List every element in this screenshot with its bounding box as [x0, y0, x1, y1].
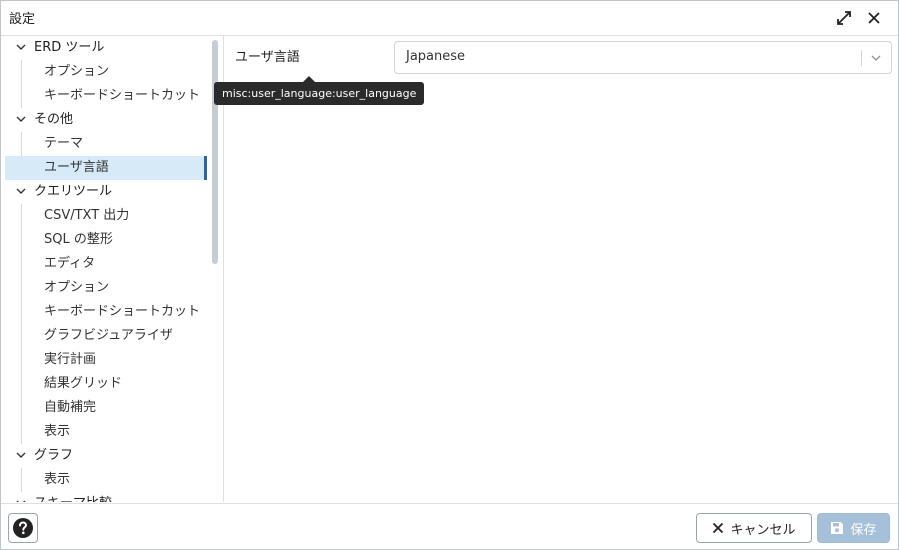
- tree-group-label: スキーマ比較: [34, 492, 112, 502]
- tree-item-explain-plan[interactable]: 実行計画: [5, 348, 207, 372]
- tree-item-label: キーボードショートカット: [44, 88, 201, 103]
- preferences-tree-panel: ERD ツール オプション キーボードショートカット その他 テーマ ユーザ言語: [1, 36, 224, 502]
- tree-item-label: キーボードショートカット: [44, 304, 201, 319]
- tree-item-results-grid[interactable]: 結果グリッド: [5, 372, 207, 396]
- tree-item-auto-completion[interactable]: 自動補完: [5, 396, 207, 420]
- user-language-label: ユーザ言語: [235, 50, 300, 65]
- select-separator: [861, 50, 862, 66]
- floppy-disk-icon: [831, 522, 844, 534]
- tree-group-label: ERD ツール: [34, 40, 105, 55]
- preferences-content-panel: ユーザ言語 Japanese: [224, 36, 898, 502]
- tree-item-graph-visualiser[interactable]: グラフビジュアライザ: [5, 324, 207, 348]
- tree-item-label: オプション: [44, 64, 110, 79]
- tree-group-misc[interactable]: その他: [5, 108, 207, 132]
- help-button[interactable]: [8, 513, 38, 543]
- tree-item-label: SQL の整形: [44, 232, 113, 247]
- tree-item-sql-formatting[interactable]: SQL の整形: [5, 228, 207, 252]
- close-x-icon: [868, 12, 880, 24]
- tree-group-label: その他: [34, 112, 74, 127]
- chevron-down-icon: [871, 55, 881, 61]
- dialog-title: 設定: [9, 12, 36, 27]
- tree-item-label: 実行計画: [44, 352, 97, 367]
- tree-item-theme[interactable]: テーマ: [5, 132, 207, 156]
- user-language-select[interactable]: Japanese: [394, 41, 892, 74]
- tree-item-label: 自動補完: [44, 400, 97, 415]
- save-button-label: 保存: [850, 522, 877, 538]
- tree-item-label: 表示: [44, 472, 71, 487]
- close-button[interactable]: [863, 7, 885, 29]
- tree-item-query-options[interactable]: オプション: [5, 276, 207, 300]
- chevron-down-icon: [16, 44, 26, 50]
- tree-group-query-tool[interactable]: クエリツール: [5, 180, 207, 204]
- tree-item-label: オプション: [44, 280, 110, 295]
- tree-item-erd-keyboard-shortcuts[interactable]: キーボードショートカット: [5, 84, 207, 108]
- tree-group-label: クエリツール: [34, 184, 113, 199]
- tree-item-erd-options[interactable]: オプション: [5, 60, 207, 84]
- dialog-titlebar: 設定: [1, 1, 898, 36]
- chevron-down-icon: [16, 188, 26, 194]
- chevron-down-icon: [16, 116, 26, 122]
- tree-group-schema-diff[interactable]: スキーマ比較: [5, 492, 207, 502]
- tree-scrollbar-thumb[interactable]: [212, 40, 218, 264]
- chevron-down-icon: [16, 500, 26, 502]
- tree-item-graphs-display[interactable]: 表示: [5, 468, 207, 492]
- tree-item-user-language[interactable]: ユーザ言語: [5, 156, 207, 180]
- cancel-button[interactable]: キャンセル: [696, 513, 812, 543]
- tree-item-query-display[interactable]: 表示: [5, 420, 207, 444]
- tree-item-label: グラフビジュアライザ: [44, 328, 173, 343]
- tree-item-label: テーマ: [44, 136, 84, 151]
- tree-item-label: エディタ: [44, 256, 96, 271]
- tree-group-erd-tool[interactable]: ERD ツール: [5, 36, 207, 60]
- tree-item-label: CSV/TXT 出力: [44, 208, 130, 223]
- chevron-down-icon: [16, 452, 26, 458]
- tree-item-query-keyboard-shortcuts[interactable]: キーボードショートカット: [5, 300, 207, 324]
- tree-item-label: 表示: [44, 424, 71, 439]
- maximize-button[interactable]: [833, 7, 855, 29]
- user-language-select-value: Japanese: [406, 49, 466, 64]
- dialog-footer: キャンセル 保存: [1, 503, 898, 549]
- expand-arrows-icon: [837, 11, 851, 25]
- tree-group-graphs[interactable]: グラフ: [5, 444, 207, 468]
- tree-item-label: 結果グリッド: [44, 376, 123, 391]
- save-button[interactable]: 保存: [817, 513, 890, 543]
- cancel-button-label: キャンセル: [730, 522, 796, 538]
- tree-group-label: グラフ: [34, 448, 74, 463]
- tree-item-csv-txt-output[interactable]: CSV/TXT 出力: [5, 204, 207, 228]
- question-circle-icon: [13, 518, 33, 538]
- tree-item-editor[interactable]: エディタ: [5, 252, 207, 276]
- tree-item-label: ユーザ言語: [44, 160, 109, 175]
- field-tooltip: misc:user_language:user_language: [214, 76, 425, 105]
- close-x-icon: [713, 522, 724, 534]
- preferences-dialog: 設定 ERD ツール オプション キーボードショートカット その他 テーマ ユー…: [0, 0, 899, 550]
